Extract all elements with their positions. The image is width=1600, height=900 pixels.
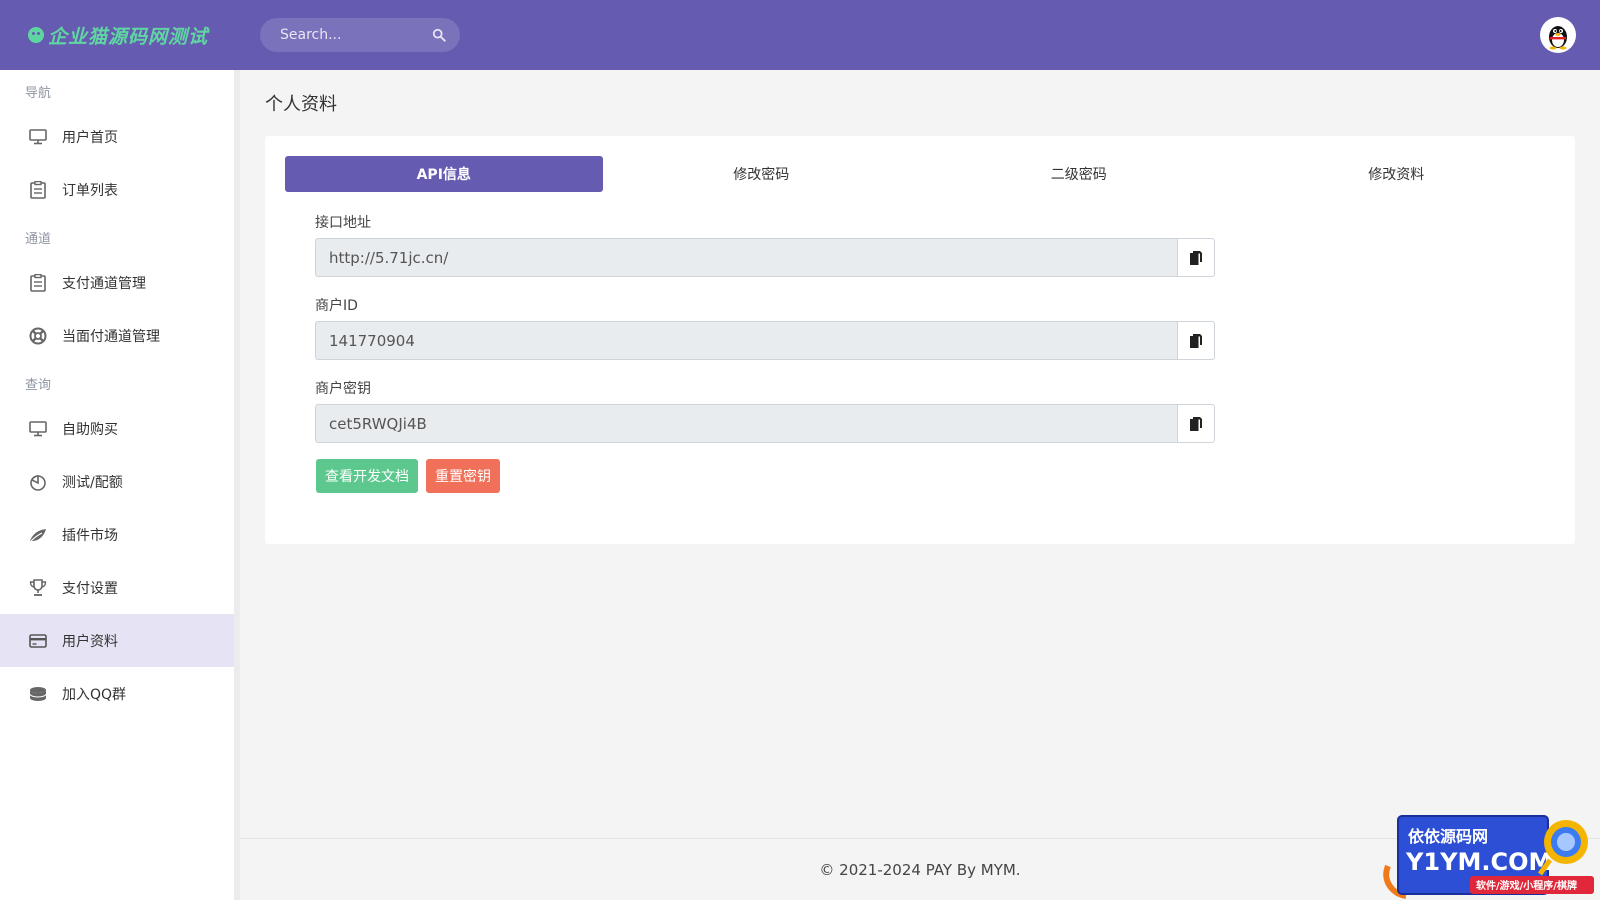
search-box <box>260 18 460 52</box>
sidebar-item-label: 用户资料 <box>62 633 118 650</box>
merchant-key-group <box>315 404 1215 443</box>
api-url-label: 接口地址 <box>315 215 371 231</box>
sidebar-item-label: 加入QQ群 <box>62 686 127 703</box>
search-input[interactable] <box>280 27 420 43</box>
tab-change-password[interactable]: 修改密码 <box>603 156 921 192</box>
page-title: 个人资料 <box>265 94 337 115</box>
top-navbar: 企业猫源码网测试 <box>0 0 1600 70</box>
copy-merchant-id-button[interactable] <box>1177 321 1215 360</box>
sidebar-item-self-purchase[interactable]: 自助购买 <box>0 402 234 455</box>
view-docs-button[interactable]: 查看开发文档 <box>316 459 418 493</box>
sidebar-item-label: 支付通道管理 <box>62 275 146 292</box>
watermark-line3: 软件/游戏/小程序/棋牌 <box>1476 879 1577 892</box>
qq-penguin-icon <box>1549 26 1567 50</box>
monitor-icon <box>28 127 48 147</box>
copy-merchant-key-button[interactable] <box>1177 404 1215 443</box>
sidebar-item-payment-channels[interactable]: 支付通道管理 <box>0 256 234 309</box>
copy-icon <box>1190 416 1202 431</box>
sidebar-item-test-quota[interactable]: 测试/配额 <box>0 455 234 508</box>
nav-section-heading: 查询 <box>25 378 52 393</box>
sidebar-item-label: 当面付通道管理 <box>62 328 160 345</box>
database-icon <box>28 684 48 704</box>
watermark-line2: Y1YM.COM <box>1405 848 1552 876</box>
leaf-icon <box>28 525 48 545</box>
nav-section-heading: 通道 <box>25 232 52 247</box>
nav-section-heading: 导航 <box>25 86 52 101</box>
sidebar-item-label: 自助购买 <box>62 421 118 438</box>
clipboard-icon <box>28 273 48 293</box>
sidebar-item-plugin-market[interactable]: 插件市场 <box>0 508 234 561</box>
merchant-id-field[interactable] <box>315 321 1177 360</box>
logo-icon <box>28 27 44 43</box>
tab-edit-profile[interactable]: 修改资料 <box>1238 156 1556 192</box>
copyright-text: © 2021-2024 PAY By MYM. <box>819 860 1021 879</box>
watermark-line1: 依依源码网 <box>1408 827 1488 846</box>
sidebar: 导航 用户首页 订单列表 通道 支付通道管理 当面付通道管理 查询 自助购买 测… <box>0 70 240 900</box>
sidebar-item-label: 支付设置 <box>62 580 118 597</box>
brand-logo[interactable]: 企业猫源码网测试 <box>0 22 240 49</box>
watermark-logo: 依依源码网 Y1YM.COM 软件/游戏/小程序/棋牌 <box>1383 815 1594 899</box>
clipboard-icon <box>28 180 48 200</box>
profile-tabs: API信息 修改密码 二级密码 修改资料 <box>285 156 1555 192</box>
reset-key-button[interactable]: 重置密钥 <box>426 459 500 493</box>
api-url-field[interactable] <box>315 238 1177 277</box>
sidebar-item-label: 插件市场 <box>62 527 118 544</box>
search-icon[interactable] <box>432 28 446 42</box>
sidebar-item-join-qq-group[interactable]: 加入QQ群 <box>0 667 234 720</box>
merchant-id-group <box>315 321 1215 360</box>
sidebar-item-payment-settings[interactable]: 支付设置 <box>0 561 234 614</box>
user-avatar[interactable] <box>1540 17 1576 53</box>
credit-card-icon <box>28 631 48 651</box>
trophy-icon <box>28 578 48 598</box>
sidebar-item-user-profile[interactable]: 用户资料 <box>0 614 234 667</box>
sidebar-item-orders[interactable]: 订单列表 <box>0 163 234 216</box>
lifebuoy-icon <box>28 326 48 346</box>
copy-icon <box>1190 250 1202 265</box>
merchant-key-label: 商户密钥 <box>315 381 371 397</box>
pie-chart-icon <box>28 472 48 492</box>
copy-icon <box>1190 333 1202 348</box>
merchant-key-field[interactable] <box>315 404 1177 443</box>
copy-api-url-button[interactable] <box>1177 238 1215 277</box>
monitor-icon <box>28 419 48 439</box>
sidebar-item-label: 订单列表 <box>62 182 118 199</box>
tab-secondary-password[interactable]: 二级密码 <box>920 156 1238 192</box>
api-url-group <box>315 238 1215 277</box>
sidebar-item-user-home[interactable]: 用户首页 <box>0 110 234 163</box>
tab-api-info[interactable]: API信息 <box>285 156 603 192</box>
sidebar-item-label: 用户首页 <box>62 129 118 146</box>
brand-name: 企业猫源码网测试 <box>48 25 209 48</box>
merchant-id-label: 商户ID <box>315 298 358 314</box>
sidebar-item-label: 测试/配额 <box>62 474 123 491</box>
sidebar-item-f2f-channels[interactable]: 当面付通道管理 <box>0 309 234 362</box>
